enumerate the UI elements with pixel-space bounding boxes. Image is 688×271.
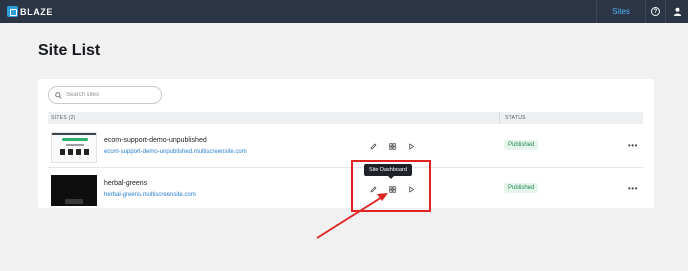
brand-name: BLAZE (20, 6, 53, 17)
row-actions (368, 141, 417, 152)
table-row[interactable]: ecom-support-demo-unpublished ecom-suppo… (48, 127, 643, 168)
help-button[interactable]: ? (646, 0, 666, 23)
edit-site-button[interactable] (368, 141, 379, 152)
site-name[interactable]: herbal-greens (104, 180, 147, 187)
top-bar: BLAZE Sites ? (0, 0, 688, 23)
column-header-status[interactable]: STATUS (505, 115, 526, 121)
play-icon (409, 143, 415, 150)
table-header: SITES (2) STATUS (48, 112, 643, 124)
search-input[interactable] (66, 92, 156, 98)
status-badge: Published (504, 183, 539, 193)
table-row[interactable]: herbal-greens herbal-greens.multiscreens… (48, 170, 643, 211)
site-url-link[interactable]: herbal-greens.multiscreensite.com (104, 192, 196, 198)
user-icon (673, 7, 681, 16)
site-dashboard-button[interactable] (387, 141, 398, 152)
more-options-button[interactable]: ••• (628, 141, 638, 150)
column-divider (499, 112, 500, 124)
annotation-highlight-box (351, 160, 431, 212)
site-name[interactable]: ecom-support-demo-unpublished (104, 137, 207, 144)
search-box[interactable] (48, 86, 162, 104)
user-menu-button[interactable] (666, 0, 688, 23)
status-badge: Published (504, 140, 539, 150)
site-list-card: SITES (2) STATUS ecom-support-demo-unpub… (38, 79, 654, 208)
dashboard-icon (389, 143, 396, 150)
site-url-link[interactable]: ecom-support-demo-unpublished.multiscree… (104, 149, 247, 155)
search-icon (55, 91, 62, 99)
site-thumbnail[interactable] (51, 132, 97, 163)
nav-sites-link[interactable]: Sites (596, 0, 646, 23)
logo-icon (7, 6, 18, 17)
pencil-icon (370, 143, 377, 150)
help-icon: ? (651, 7, 660, 16)
brand-logo[interactable]: BLAZE (7, 5, 53, 18)
page-title: Site List (38, 42, 101, 59)
more-options-button[interactable]: ••• (628, 184, 638, 193)
preview-site-button[interactable] (406, 141, 417, 152)
site-thumbnail[interactable] (51, 175, 97, 206)
column-header-sites[interactable]: SITES (2) (51, 115, 76, 121)
